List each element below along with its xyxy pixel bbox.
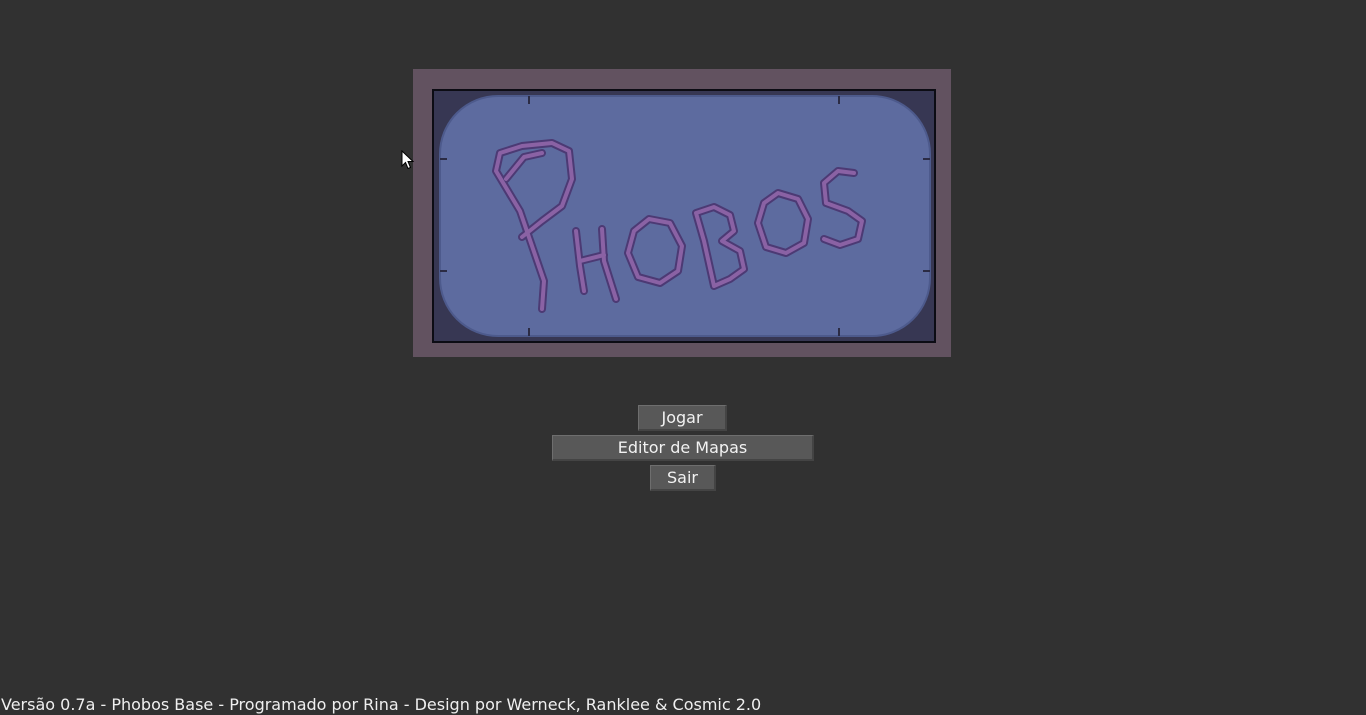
exit-button[interactable]: Sair [650, 465, 716, 491]
mouse-pointer-icon [401, 150, 415, 170]
play-button[interactable]: Jogar [638, 405, 727, 431]
version-credits: Versão 0.7a - Phobos Base - Programado p… [1, 695, 762, 714]
game-logo [432, 89, 936, 343]
phobos-logo-image [439, 95, 931, 337]
main-menu-screen: Jogar Editor de Mapas Sair Versão 0.7a -… [0, 0, 1366, 715]
map-editor-button[interactable]: Editor de Mapas [552, 435, 814, 461]
logo-frame [413, 69, 951, 357]
